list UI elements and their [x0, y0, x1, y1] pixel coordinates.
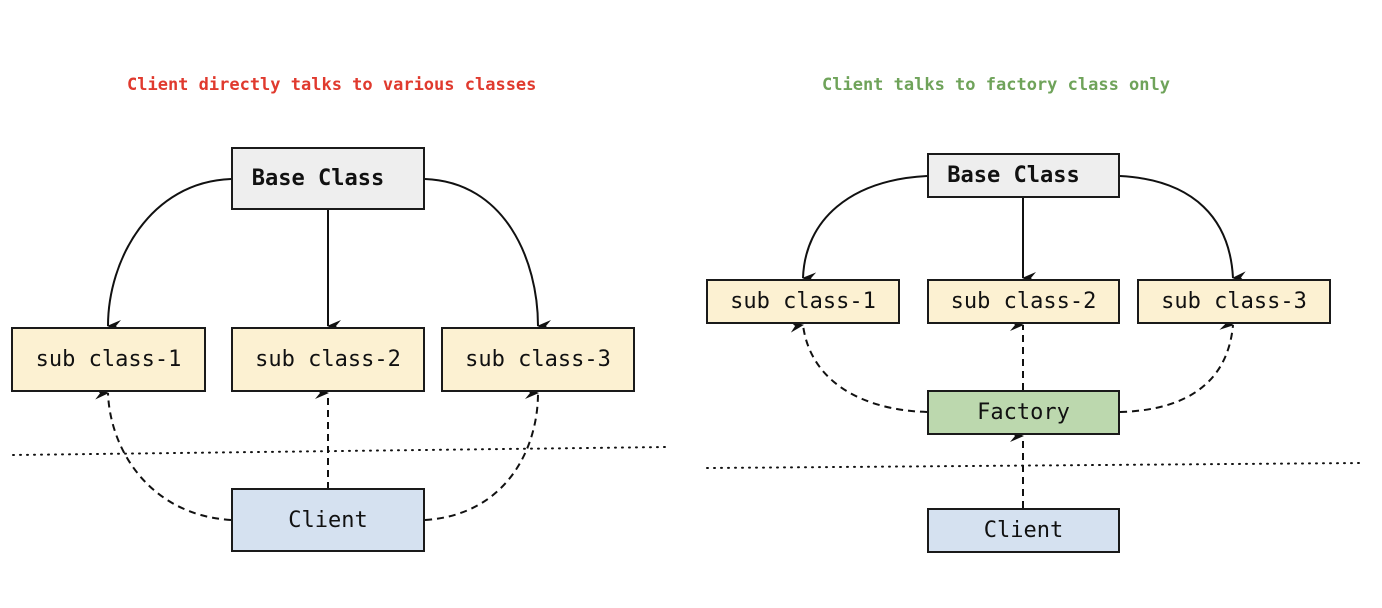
client-arrow-left-3	[424, 386, 539, 521]
right-sub-class-2-label: sub class-2	[950, 289, 1097, 314]
right-sub-class-1-label: sub class-1	[730, 289, 876, 314]
right-factory-label: Factory	[977, 400, 1070, 425]
factory-arrow-right-1	[789, 320, 928, 413]
right-diagram-title: Client talks to factory class only	[822, 75, 1170, 95]
left-client-label: Client	[288, 507, 368, 533]
inherit-arrow-left-1	[107, 178, 232, 333]
boundary-line-left	[12, 446, 669, 456]
inherit-arrow-right-1	[802, 175, 928, 285]
left-base-class-box: Base Class	[231, 147, 425, 210]
left-sub-class-3-label: sub class-3	[465, 347, 611, 372]
left-sub-class-1-box: sub class-1	[11, 327, 206, 392]
right-client-label: Client	[983, 518, 1064, 543]
right-factory-box: Factory	[927, 390, 1120, 435]
right-sub-class-3-box: sub class-3	[1137, 279, 1331, 324]
right-sub-class-1-box: sub class-1	[706, 279, 900, 324]
right-client-box: Client	[927, 508, 1120, 553]
left-sub-class-1-label: sub class-1	[35, 347, 182, 372]
right-sub-class-3-label: sub class-3	[1161, 289, 1307, 314]
factory-arrow-right-3	[1119, 317, 1234, 413]
left-sub-class-2-box: sub class-2	[231, 327, 425, 392]
right-base-class-box: Base Class	[927, 153, 1120, 198]
inherit-arrow-left-3	[424, 178, 552, 332]
boundary-line-right	[706, 462, 1363, 469]
inherit-arrow-right-3	[1119, 175, 1247, 284]
left-client-box: Client	[231, 488, 425, 552]
left-sub-class-2-label: sub class-2	[255, 347, 401, 372]
right-sub-class-2-box: sub class-2	[927, 279, 1120, 324]
left-sub-class-3-box: sub class-3	[441, 327, 635, 392]
left-diagram-title: Client directly talks to various classes	[127, 75, 537, 95]
left-base-class-label: Base Class	[251, 166, 385, 191]
right-base-class-label: Base Class	[947, 163, 1080, 188]
client-arrow-left-1	[94, 387, 232, 521]
